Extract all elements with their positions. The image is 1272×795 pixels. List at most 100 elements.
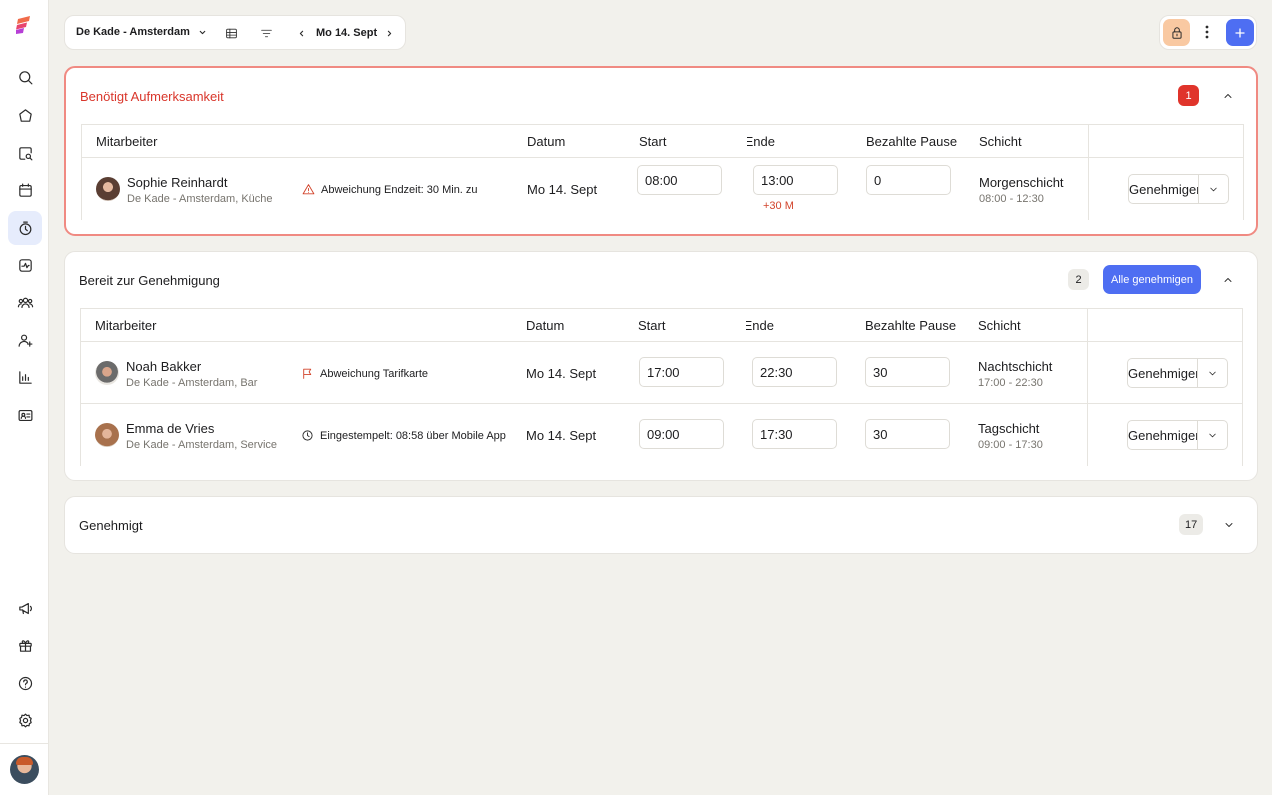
employee-avatar <box>96 177 120 201</box>
attention-title[interactable]: Benötigt Aufmerksamkeit <box>80 89 224 104</box>
shift-name: Tagschicht <box>978 421 1040 436</box>
employee-name: Noah Bakker <box>126 359 202 374</box>
date-label[interactable]: Mo 14. Sept <box>316 27 377 39</box>
team-icon[interactable] <box>8 285 42 319</box>
approve-menu-button[interactable] <box>1197 421 1227 449</box>
megaphone-icon[interactable] <box>8 591 42 625</box>
end-time-input[interactable]: 17:30 <box>752 419 837 449</box>
col-start: Start <box>639 134 667 149</box>
column-divider <box>1087 342 1088 403</box>
approve-menu-button[interactable] <box>1197 359 1227 387</box>
approved-section: Genehmigt 17 <box>64 496 1258 554</box>
approve-button[interactable]: Genehmigen <box>1128 421 1197 449</box>
calendar-icon[interactable] <box>8 173 42 207</box>
flag-icon <box>303 368 312 379</box>
chevron-right-icon[interactable] <box>381 25 397 41</box>
employee-location: De Kade - Amsterdam, Küche <box>127 193 273 205</box>
approved-title[interactable]: Genehmigt <box>79 518 143 533</box>
chevron-down-icon <box>1210 187 1217 191</box>
break-input[interactable]: 30 <box>865 357 950 387</box>
column-divider <box>1088 125 1089 157</box>
shift-name: Morgenschicht <box>979 175 1064 190</box>
table-header: Mitarbeiter Datum Start Ende Bezahlte Pa… <box>82 125 1243 158</box>
employee-name: Emma de Vries <box>126 421 215 436</box>
end-time-input[interactable]: 13:00 <box>753 165 838 195</box>
search-doc-icon[interactable] <box>8 136 42 170</box>
approved-count-badge: 17 <box>1179 514 1204 535</box>
break-input[interactable]: 0 <box>866 165 951 195</box>
filter-icon[interactable] <box>258 25 274 41</box>
approve-all-button[interactable]: Alle genehmigen <box>1103 265 1201 294</box>
row-date: Mo 14. Sept <box>526 428 597 443</box>
home-icon[interactable] <box>8 98 42 132</box>
table-row: Sophie Reinhardt De Kade - Amsterdam, Kü… <box>82 158 1243 220</box>
approve-menu-button[interactable] <box>1198 175 1228 203</box>
ready-table: Mitarbeiter Datum Start Ende Bezahlte Pa… <box>80 308 1243 466</box>
top-actions <box>1159 15 1257 50</box>
col-date: Datum <box>526 318 565 333</box>
break-input[interactable]: 30 <box>865 419 950 449</box>
shift-time: 09:00 - 17:30 <box>978 439 1043 451</box>
attention-section: Benötigt Aufmerksamkeit 1 Mitarbeiter Da… <box>64 66 1258 236</box>
col-employee: Mitarbeiter <box>95 318 157 333</box>
add-user-icon[interactable] <box>8 323 42 357</box>
search-icon[interactable] <box>8 60 42 94</box>
approve-split-button: Genehmigen <box>1127 358 1228 388</box>
end-time-input[interactable]: 22:30 <box>752 357 837 387</box>
more-vertical-icon <box>1205 25 1209 39</box>
col-shift: Schicht <box>979 134 1022 149</box>
start-time-input[interactable]: 08:00 <box>637 165 722 195</box>
col-paid-break: Bezahlte Pause <box>865 318 957 333</box>
issue-note: Eingestempelt: 08:58 über Mobile App <box>301 429 506 442</box>
chevron-left-icon[interactable] <box>293 25 309 41</box>
timer-icon[interactable] <box>8 211 42 245</box>
column-divider <box>1087 309 1088 341</box>
table-row: Emma de Vries De Kade - Amsterdam, Servi… <box>81 404 1242 466</box>
sidebar-divider <box>0 743 49 744</box>
start-time-input[interactable]: 09:00 <box>639 419 724 449</box>
help-icon[interactable] <box>8 666 42 700</box>
issue-note: Abweichung Tarifkarte <box>301 367 428 380</box>
end-delta: +30 Min. <box>763 200 793 212</box>
table-row: Noah Bakker De Kade - Amsterdam, Bar Abw… <box>81 342 1242 404</box>
chevron-down-icon <box>1209 371 1216 375</box>
table-header: Mitarbeiter Datum Start Ende Bezahlte Pa… <box>81 309 1242 342</box>
expand-chevron-icon[interactable] <box>1222 518 1236 532</box>
employee-avatar <box>95 423 119 447</box>
collapse-chevron-icon[interactable] <box>1221 273 1235 287</box>
col-start: Start <box>638 318 666 333</box>
employee-name: Sophie Reinhardt <box>127 175 228 190</box>
lock-button[interactable] <box>1163 19 1190 46</box>
shift-time: 17:00 - 22:30 <box>978 377 1043 389</box>
issue-text: Abweichung Endzeit: 30 Min. zu <box>321 183 478 196</box>
ready-section: Bereit zur Genehmigung 2 Alle genehmigen… <box>64 251 1258 481</box>
employee-location: De Kade - Amsterdam, Service <box>126 439 278 451</box>
more-options-button[interactable] <box>1198 22 1216 42</box>
location-label: De Kade - Amsterdam <box>76 26 190 38</box>
col-date: Datum <box>527 134 566 149</box>
col-end: Ende <box>746 318 774 333</box>
collapse-chevron-icon[interactable] <box>1221 89 1235 103</box>
table-view-icon[interactable] <box>223 25 239 41</box>
plus-icon <box>1235 27 1245 38</box>
id-card-icon[interactable] <box>8 398 42 432</box>
gift-icon[interactable] <box>8 628 42 662</box>
issue-text: Eingestempelt: 08:58 über Mobile App <box>320 429 506 442</box>
shift-time: 08:00 - 12:30 <box>979 193 1044 205</box>
column-divider <box>1087 404 1088 466</box>
chevron-down-icon <box>199 30 206 34</box>
activity-icon[interactable] <box>8 248 42 282</box>
user-avatar[interactable] <box>10 755 39 784</box>
ready-title[interactable]: Bereit zur Genehmigung <box>79 273 220 288</box>
location-select[interactable]: De Kade - Amsterdam <box>76 26 207 38</box>
app-logo[interactable] <box>15 15 35 35</box>
approve-button[interactable]: Genehmigen <box>1129 175 1198 203</box>
approve-button[interactable]: Genehmigen <box>1128 359 1197 387</box>
settings-icon[interactable] <box>8 703 42 737</box>
start-time-input[interactable]: 17:00 <box>639 357 724 387</box>
row-date: Mo 14. Sept <box>526 366 597 381</box>
clock-icon <box>302 430 313 441</box>
add-button[interactable] <box>1226 19 1254 46</box>
col-paid-break: Bezahlte Pause <box>866 134 958 149</box>
bar-chart-icon[interactable] <box>8 360 42 394</box>
